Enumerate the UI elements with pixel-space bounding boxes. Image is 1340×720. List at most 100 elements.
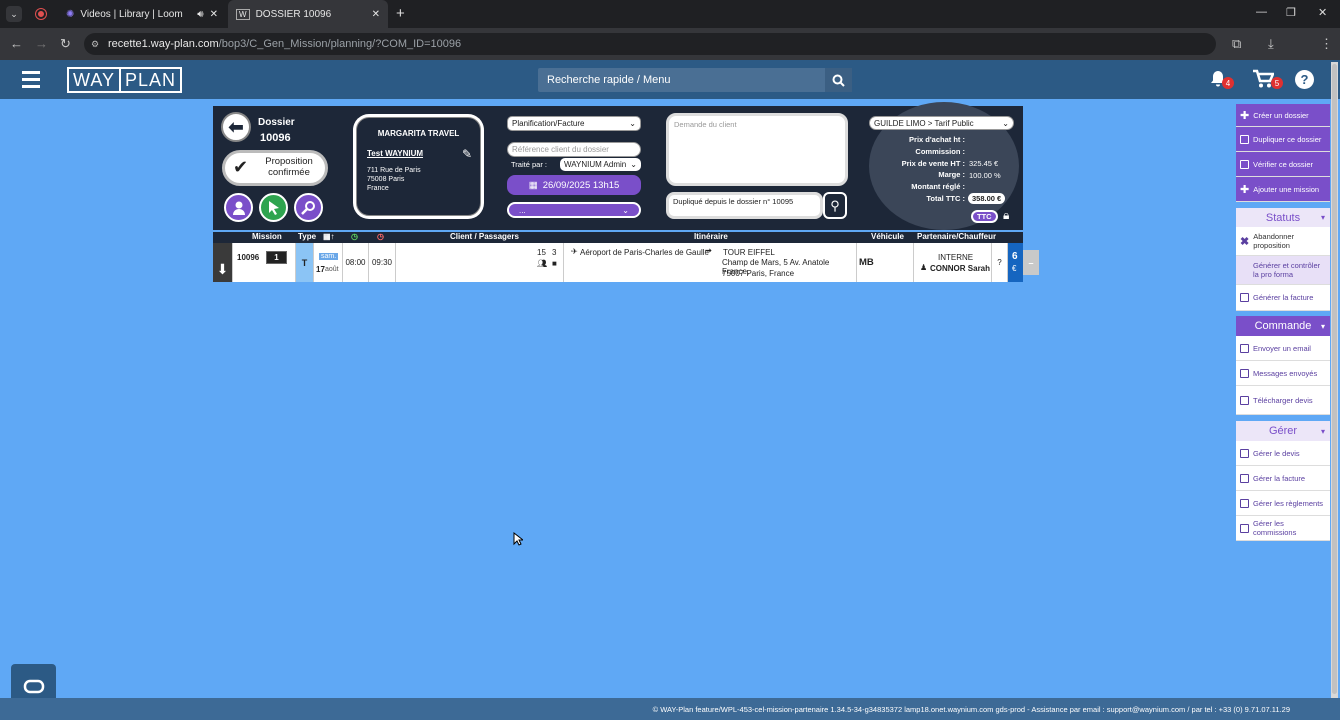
prix-achat-label: Prix d'achat ht :	[909, 135, 965, 144]
footer: © WAY-Plan feature/WPL-453-cel-mission-p…	[0, 698, 1340, 720]
download-icon[interactable]: ⤓	[1268, 36, 1274, 52]
row-drag-handle[interactable]: ⬇	[213, 243, 233, 282]
gerer-section-header[interactable]: Gérer ▾	[1236, 421, 1330, 441]
site-info-icon[interactable]: ⚙	[91, 39, 99, 50]
date-button[interactable]: ▦ 26/09/2025 13h15	[507, 175, 641, 195]
type-cell: T	[296, 243, 314, 282]
lock-icon[interactable]: 🔒︎	[1003, 208, 1009, 223]
table-row[interactable]: ⬇ 10096 1 T sam. 17 août 08:00 09:30 15 …	[213, 243, 1023, 282]
end-time: 09:30	[369, 243, 396, 282]
edit-pencil-icon[interactable]: ✎	[462, 147, 472, 161]
label: Envoyer un email	[1253, 343, 1311, 353]
airport-icon: ✈	[571, 247, 578, 256]
restore-icon[interactable]: ❐	[1286, 6, 1296, 19]
url-field[interactable]: ⚙ recette1.way-plan.com/bop3/C_Gen_Missi…	[84, 33, 1216, 55]
create-dossier-button[interactable]: ✚ Créer un dossier	[1236, 104, 1330, 127]
notifications-button[interactable]: 4	[1208, 69, 1234, 91]
ttc-toggle[interactable]: TTC	[971, 210, 998, 223]
commande-section-header[interactable]: Commande ▾	[1236, 316, 1330, 336]
extra-select-value: ...	[519, 205, 526, 215]
logo-divider	[119, 67, 121, 93]
send-email-button[interactable]: Envoyer un email	[1236, 336, 1330, 361]
cart-button[interactable]: 5	[1252, 69, 1283, 91]
hamburger-menu-icon[interactable]	[22, 71, 40, 88]
mission-cell: 10096 1	[233, 243, 296, 282]
manage-invoice-button[interactable]: Gérer la facture	[1236, 466, 1330, 491]
statuts-section-header[interactable]: Statuts ▾	[1236, 208, 1330, 227]
client-company[interactable]: MARGARITA TRAVEL	[357, 129, 480, 138]
wayplan-logo[interactable]: WAY PLAN	[67, 67, 183, 93]
mouse-cursor-icon	[513, 532, 523, 546]
window-close-icon[interactable]: ✕	[1318, 6, 1327, 19]
col-end-clock-icon: ◷	[377, 232, 384, 241]
recording-icon[interactable]	[36, 9, 46, 19]
add-mission-button[interactable]: ✚ Ajouter une mission	[1236, 177, 1330, 202]
unknown-status[interactable]: ?	[992, 243, 1008, 282]
duplicate-dossier-button[interactable]: Dupliquer ce dossier	[1236, 127, 1330, 152]
count-cell[interactable]: 6 €	[1008, 243, 1023, 282]
close-icon[interactable]: ✕	[210, 9, 218, 20]
new-tab-icon[interactable]: +	[396, 5, 405, 22]
manage-quote-button[interactable]: Gérer le devis	[1236, 441, 1330, 466]
client-contact[interactable]: Test WAYNIUM	[367, 149, 423, 158]
collapse-row-button[interactable]: –	[1023, 250, 1039, 275]
forward-icon[interactable]: →	[35, 36, 48, 51]
mission-number[interactable]: 10096	[237, 253, 259, 262]
scrollbar[interactable]	[1331, 62, 1338, 698]
reference-input[interactable]: Référence client du dossier	[507, 142, 641, 157]
mission-badge[interactable]: 1	[266, 251, 287, 264]
status-line1: Proposition	[265, 156, 313, 167]
tariff-select[interactable]: GUILDE LIMO > Tarif Public ⌄	[869, 116, 1014, 130]
mail-open-icon	[1240, 368, 1249, 378]
extensions-icon[interactable]: ⧉	[1232, 36, 1241, 52]
tab-list-icon[interactable]: ⌄	[6, 6, 22, 22]
audio-icon[interactable]: 🔊︎	[197, 9, 203, 20]
plus-icon: ✚	[1240, 109, 1250, 122]
demande-textarea[interactable]: Demande du client	[666, 113, 848, 186]
sent-messages-button[interactable]: Messages envoyés	[1236, 361, 1330, 386]
card-icon	[1240, 498, 1249, 508]
manage-commissions-button[interactable]: Gérer les commissions	[1236, 516, 1330, 541]
download-quote-button[interactable]: Télécharger devis	[1236, 386, 1330, 415]
status-button[interactable]: ✔ Proposition confirmée	[222, 150, 328, 186]
traite-par-select[interactable]: WAYNIUM Admin ⌄	[560, 158, 641, 171]
search-input[interactable]: Recherche rapide / Menu	[538, 68, 852, 92]
partner-cell[interactable]: INTERNE ♟ CONNOR Sarah	[914, 243, 992, 282]
select-button[interactable]	[259, 193, 288, 222]
passengers-icon: 👥︎	[537, 259, 548, 268]
prix-vente-value: 325.45 €	[969, 159, 999, 168]
zoom-button[interactable]	[294, 193, 323, 222]
client-address-1: 711 Rue de Paris	[367, 167, 421, 174]
chevron-down-icon: ⌄	[1002, 118, 1009, 128]
close-icon[interactable]: ✕	[372, 9, 380, 20]
abandon-proposal-button[interactable]: ✖ Abandonner proposition	[1236, 227, 1330, 256]
type-select[interactable]: Planification/Facture ⌄	[507, 116, 641, 131]
search-button[interactable]	[825, 68, 852, 92]
generate-proforma-button[interactable]: Générer et contrôler la pro forma	[1236, 256, 1330, 285]
tab-dossier[interactable]: W DOSSIER 10096 ✕	[228, 0, 388, 28]
vehicle-cell[interactable]: MB	[857, 243, 914, 282]
paperclip-icon: ⚲	[830, 197, 840, 213]
client-cell: 15 3 👥︎ ■	[396, 243, 564, 282]
itinerary-cell[interactable]: ✈ Aéroport de Paris-Charles de Gaulle ➞ …	[564, 243, 857, 282]
client-button[interactable]	[224, 193, 253, 222]
col-date-sort-icon[interactable]: ▦↑	[323, 232, 335, 241]
date-month: août	[325, 266, 339, 273]
minimize-icon[interactable]: —	[1256, 6, 1267, 18]
chevron-down-icon: ⌄	[622, 205, 629, 215]
date-num: 17	[316, 265, 325, 274]
tab-loom[interactable]: ✺ Videos | Library | Loom 🔊︎ ✕	[58, 0, 226, 28]
generate-invoice-button[interactable]: Générer la facture	[1236, 285, 1330, 311]
extra-select[interactable]: ... ⌄	[507, 202, 641, 218]
manage-payments-button[interactable]: Gérer les règlements	[1236, 491, 1330, 516]
menu-dots-icon[interactable]: ⋮	[1320, 36, 1333, 52]
back-button[interactable]: ⬅	[221, 112, 251, 142]
verify-dossier-button[interactable]: Vérifier ce dossier	[1236, 152, 1330, 177]
date-value: 26/09/2025 13h15	[542, 179, 620, 191]
help-icon[interactable]: ?	[1295, 70, 1314, 89]
reload-icon[interactable]: ↻	[60, 36, 71, 52]
search-icon	[832, 74, 845, 87]
back-icon[interactable]: ←	[10, 36, 23, 51]
attachment-button[interactable]: ⚲	[823, 192, 847, 219]
note-textarea[interactable]: Dupliqué depuis le dossier n° 10095	[666, 192, 823, 219]
